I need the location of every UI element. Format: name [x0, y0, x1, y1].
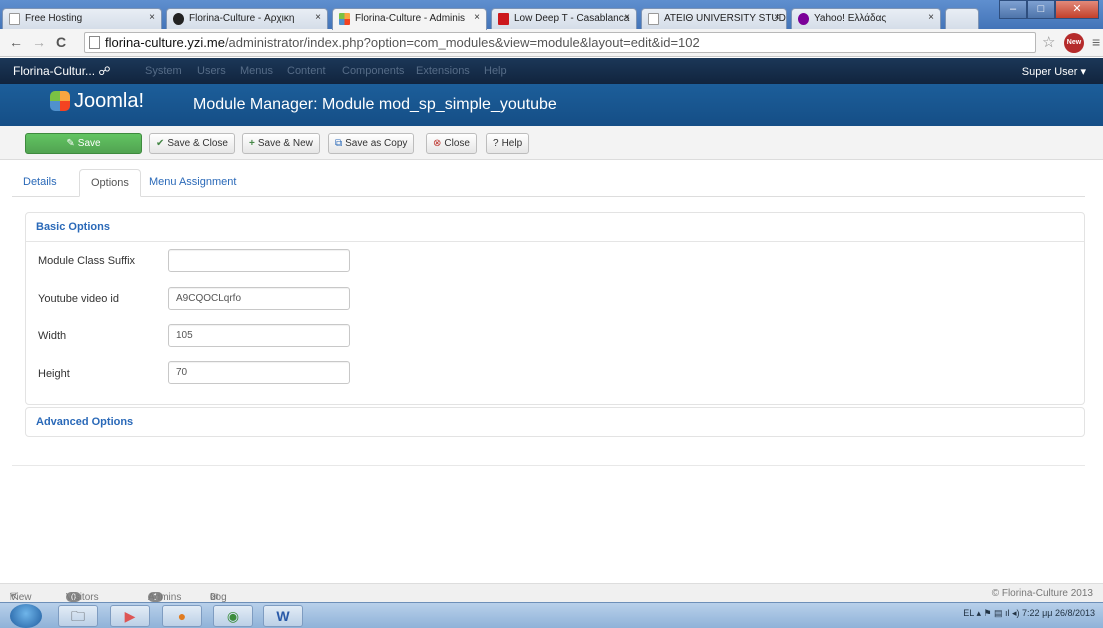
width-input[interactable]: 105 [168, 324, 350, 347]
module-tabs: Details Options Menu Assignment [12, 169, 1085, 197]
basic-options-panel: Basic Options Module Class Suffix Youtub… [25, 212, 1085, 405]
menu-menus[interactable]: Menus [240, 65, 273, 77]
module-class-suffix-input[interactable] [168, 249, 350, 272]
browser-tab-youtube[interactable]: Low Deep T - Casablanca × [491, 8, 637, 29]
cancel-icon: ⊗ [433, 138, 442, 149]
minimize-icon[interactable]: – [999, 0, 1027, 19]
browser-tab-yahoo[interactable]: Yahoo! Ελλάδας × [791, 8, 941, 29]
back-arrow-icon[interactable]: ← [9, 34, 23, 50]
basic-options-heading[interactable]: Basic Options [26, 213, 1084, 242]
menu-extensions[interactable]: Extensions [416, 65, 470, 77]
tab-menu-assignment[interactable]: Menu Assignment [138, 169, 247, 197]
browser-menu-icon[interactable]: ≡ [1092, 34, 1100, 50]
height-input[interactable]: 70 [168, 361, 350, 384]
save-as-copy-button[interactable]: ⧉ Save as Copy [328, 133, 415, 154]
maximize-icon[interactable]: □ [1027, 0, 1055, 19]
logo-text: Joomla! [74, 90, 145, 112]
explorer-icon[interactable]: 🗀 [58, 605, 98, 627]
site-favicon-icon [173, 13, 184, 25]
media-player-icon[interactable]: ▶ [110, 605, 150, 627]
divider [12, 465, 1085, 466]
page-title: Module Manager: Module mod_sp_simple_you… [193, 96, 557, 113]
forward-arrow-icon[interactable]: → [32, 34, 46, 50]
menu-components[interactable]: Components [342, 65, 404, 77]
save-close-button[interactable]: ✔ Save & Close [149, 133, 235, 154]
tab-options[interactable]: Options [79, 169, 141, 197]
youtube-favicon-icon [498, 13, 509, 25]
close-tab-icon[interactable]: × [149, 12, 155, 23]
windows-taskbar: 🗀 ▶ ● ◉ W EL ▴ ⚑ ▤ ıl ◂) 7:22 μμ 26/8/20… [0, 602, 1103, 628]
new-tab-button[interactable] [945, 8, 979, 29]
browser-tab-ateith[interactable]: ATEIΘ UNIVERSITY STUDE × [641, 8, 787, 29]
check-icon: ✔ [156, 138, 165, 149]
action-toolbar: ✎ Save ✔ Save & Close + Save & New ⧉ Save as… [0, 126, 1103, 160]
close-tab-icon[interactable]: × [774, 12, 780, 23]
browser-tab-florina-admin[interactable]: Florina-Culture - Adminis × [332, 8, 487, 30]
start-button-icon[interactable] [10, 604, 42, 628]
tab-title: Florina-Culture - Αρχικη [189, 13, 295, 24]
help-button[interactable]: ? Help [486, 133, 530, 154]
close-tab-icon[interactable]: × [928, 12, 934, 23]
language-indicator[interactable]: EL [963, 608, 974, 618]
yahoo-favicon-icon [798, 13, 809, 25]
tab-details[interactable]: Details [12, 169, 68, 197]
chrome-icon[interactable]: ◉ [213, 605, 253, 627]
tab-title: Yahoo! Ελλάδας [814, 13, 887, 24]
youtube-video-id-input[interactable]: A9CQOCLqrfo [168, 287, 350, 310]
copyright-text: © Florina-Culture 2013 [991, 588, 1093, 599]
page-header: Joomla! Module Manager: Module mod_sp_si… [0, 84, 1103, 126]
field-label: Youtube video id [38, 293, 119, 305]
tab-title: Free Hosting [25, 13, 83, 24]
url-domain: florina-culture.yzi.me [105, 35, 225, 50]
browser-tab-free-hosting[interactable]: Free Hosting × [2, 8, 162, 29]
admin-navbar: Florina-Cultur... ☍ System Users Menus C… [0, 58, 1103, 84]
window-controls: – □ ✕ [999, 0, 1099, 20]
close-button[interactable]: ⊗ Close [426, 133, 477, 154]
page-icon [9, 13, 20, 25]
tab-title: ATEIΘ UNIVERSITY STUDE [664, 13, 787, 24]
copy-icon: ⧉ [335, 138, 343, 149]
joomla-logo-icon [50, 91, 70, 111]
menu-users[interactable]: Users [197, 65, 226, 77]
extension-icon[interactable]: New [1064, 33, 1084, 53]
page-icon [89, 36, 100, 49]
reload-icon[interactable]: C [56, 34, 66, 50]
page-icon [648, 13, 659, 25]
browser-tab-florina-home[interactable]: Florina-Culture - Αρχικη × [166, 8, 328, 29]
menu-content[interactable]: Content [287, 65, 326, 77]
field-label: Module Class Suffix [38, 255, 136, 267]
joomla-favicon-icon [339, 13, 350, 25]
tray-icons: ▴ ⚑ ▤ ıl ◂) [976, 608, 1023, 618]
browser-tab-strip: Free Hosting × Florina-Culture - Αρχικη … [0, 0, 1103, 30]
site-link[interactable]: Florina-Cultur... ☍ [13, 64, 111, 78]
advanced-options-panel: Advanced Options [25, 407, 1085, 437]
save-button[interactable]: ✎ Save [25, 133, 142, 154]
close-tab-icon[interactable]: × [315, 12, 321, 23]
advanced-options-heading[interactable]: Advanced Options [26, 408, 1084, 436]
save-new-button[interactable]: + Save & New [242, 133, 320, 154]
system-tray: EL ▴ ⚑ ▤ ıl ◂) 7:22 μμ 26/8/2013 [963, 608, 1095, 619]
firefox-icon[interactable]: ● [162, 605, 202, 627]
tab-title: Florina-Culture - Adminis [355, 13, 466, 24]
menu-system[interactable]: System [145, 65, 182, 77]
tab-title: Low Deep T - Casablanca [514, 13, 630, 24]
menu-help[interactable]: Help [484, 65, 507, 77]
close-tab-icon[interactable]: × [474, 12, 480, 23]
admin-status-bar: ⇱ View Site 0Visitors 1Admins ✉ 0 Log ou… [0, 583, 1103, 614]
clock[interactable]: 7:22 μμ 26/8/2013 [1022, 608, 1095, 618]
url-path: /administrator/index.php?option=com_modu… [224, 35, 700, 50]
joomla-logo: Joomla! [50, 90, 144, 113]
user-menu[interactable]: Super User ▾ [1022, 65, 1086, 78]
word-icon[interactable]: W [263, 605, 303, 627]
close-window-icon[interactable]: ✕ [1055, 0, 1099, 19]
browser-toolbar: ← → C florina-culture.yzi.me/administrat… [0, 29, 1103, 57]
field-label: Height [38, 368, 70, 380]
plus-icon: + [249, 138, 255, 149]
question-icon: ? [493, 138, 499, 149]
field-label: Width [38, 330, 67, 342]
edit-icon: ✎ [66, 138, 75, 149]
url-input[interactable]: florina-culture.yzi.me/administrator/ind… [84, 32, 1036, 53]
close-tab-icon[interactable]: × [624, 12, 630, 23]
bookmark-star-icon[interactable]: ☆ [1042, 33, 1055, 51]
